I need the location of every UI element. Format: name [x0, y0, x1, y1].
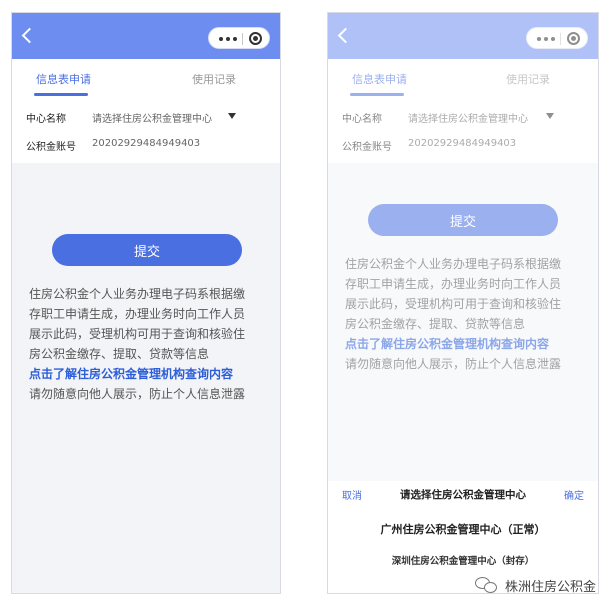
- query-link[interactable]: 点击了解住房公积金管理机构查询内容: [29, 364, 277, 384]
- tab-active-indicator: [34, 93, 88, 96]
- notice-line: 住房公积金个人业务办理电子码系根据缴: [29, 287, 246, 301]
- wechat-icon: [474, 575, 499, 595]
- close-target-icon[interactable]: [249, 32, 262, 45]
- notice-line: 展示此码，受理机构可用于查询和核验住: [29, 327, 246, 341]
- dropdown-caret-icon[interactable]: [228, 113, 236, 119]
- account-label: 公积金账号: [26, 142, 76, 153]
- capsule-divider: [242, 33, 243, 45]
- more-dots-icon[interactable]: [219, 37, 237, 41]
- notice-text: 住房公积金个人业务办理电子码系根据缴 存职工申请生成，办理业务时向工作人员 展示…: [29, 284, 277, 404]
- center-select[interactable]: 请选择住房公积金管理中心: [92, 110, 212, 125]
- picker-option[interactable]: 深圳住房公积金管理中心（封存）: [328, 553, 598, 567]
- phone-screen-left: 信息表申请 使用记录 中心名称 请选择住房公积金管理中心 公积金账号 20202…: [11, 12, 281, 594]
- center-label: 中心名称: [26, 114, 66, 125]
- tab-bar: 信息表申请 使用记录: [12, 59, 280, 99]
- tab-records[interactable]: 使用记录: [192, 71, 236, 87]
- picker-title: 请选择住房公积金管理中心: [400, 489, 526, 501]
- notice-line: 存职工申请生成，办理业务时向工作人员: [29, 307, 246, 321]
- form-panel: 中心名称 请选择住房公积金管理中心 公积金账号 2020292948494940…: [12, 99, 280, 163]
- watermark: 株洲住房公积金: [474, 575, 596, 595]
- account-value: 20202929484949403: [92, 138, 201, 149]
- phone-screen-right: 信息表申请 使用记录 中心名称 请选择住房公积金管理中心 公积金账号 20202…: [327, 12, 599, 594]
- submit-button[interactable]: 提交: [52, 234, 242, 266]
- picker-confirm-button[interactable]: 确定: [564, 487, 584, 502]
- back-arrow-icon[interactable]: [21, 27, 38, 44]
- picker-option[interactable]: 广州住房公积金管理中心（正常）: [328, 521, 598, 537]
- notice-line: 请勿随意向他人展示，防止个人信息泄露: [29, 387, 246, 401]
- nav-bar: [12, 13, 280, 59]
- tab-apply[interactable]: 信息表申请: [36, 71, 91, 87]
- mini-program-capsule[interactable]: [208, 27, 270, 49]
- watermark-text: 株洲住房公积金: [504, 579, 596, 595]
- notice-line: 房公积金缴存、提取、贷款等信息: [29, 347, 210, 361]
